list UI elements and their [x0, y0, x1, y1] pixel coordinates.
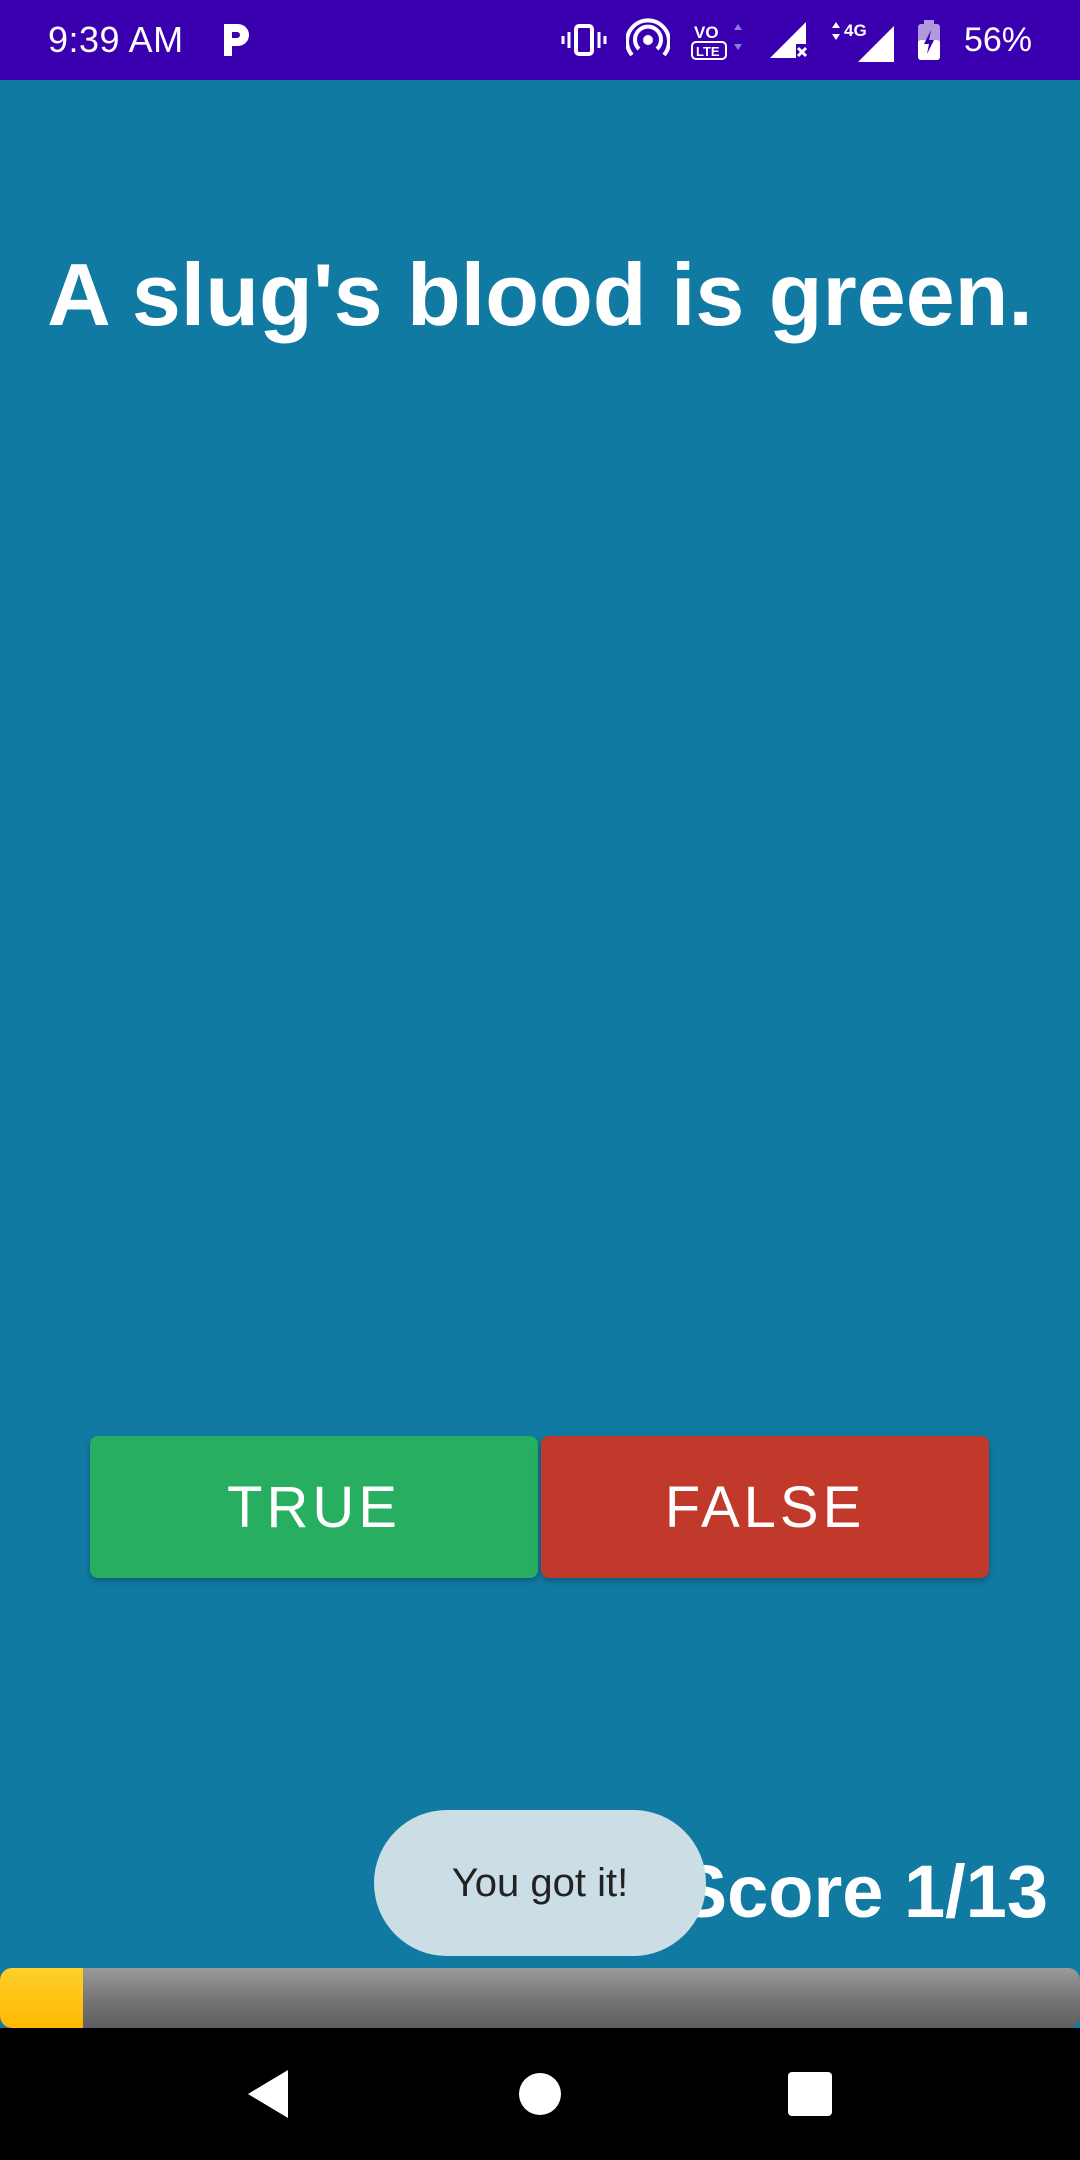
- hotspot-icon: [625, 18, 670, 62]
- toast-text: You got it!: [451, 1860, 629, 1905]
- back-button[interactable]: [202, 2028, 334, 2160]
- question-text: A slug's blood is green.: [47, 245, 1033, 344]
- vibrate-icon: [560, 20, 608, 60]
- signal-4g-icon: 4G: [828, 16, 898, 64]
- battery-percent: 56%: [963, 21, 1032, 59]
- quiz-screen: 9:39 AM VO LTE 4G 56% A slug's blood is …: [0, 0, 1080, 2160]
- progress-fill: [0, 1968, 84, 2028]
- true-button-label: TRUE: [227, 1474, 401, 1540]
- progress-bar: [0, 1968, 1080, 2028]
- status-bar: 9:39 AM VO LTE 4G 56%: [0, 0, 1080, 80]
- network-type-label: 4G: [844, 21, 867, 40]
- signal-x-icon: [766, 18, 810, 62]
- home-icon: [519, 2073, 561, 2115]
- p-app-icon: [218, 20, 254, 60]
- recents-button[interactable]: [744, 2028, 876, 2160]
- status-icons: VO LTE 4G 56%: [560, 0, 1032, 80]
- false-button[interactable]: FALSE: [541, 1436, 989, 1578]
- true-button[interactable]: TRUE: [90, 1436, 538, 1578]
- navigation-bar: [0, 2028, 1080, 2160]
- volte-icon: VO LTE: [688, 16, 748, 64]
- toast-message: You got it!: [374, 1810, 706, 1956]
- status-time: 9:39 AM: [48, 19, 184, 60]
- svg-text:VO: VO: [694, 23, 719, 42]
- svg-text:LTE: LTE: [696, 44, 720, 59]
- recents-icon: [788, 2072, 832, 2116]
- battery-charging-icon: [916, 18, 942, 62]
- score-label: Score 1/13: [677, 1850, 1048, 1933]
- back-icon: [248, 2070, 288, 2118]
- home-button[interactable]: [474, 2028, 606, 2160]
- false-button-label: FALSE: [664, 1474, 866, 1540]
